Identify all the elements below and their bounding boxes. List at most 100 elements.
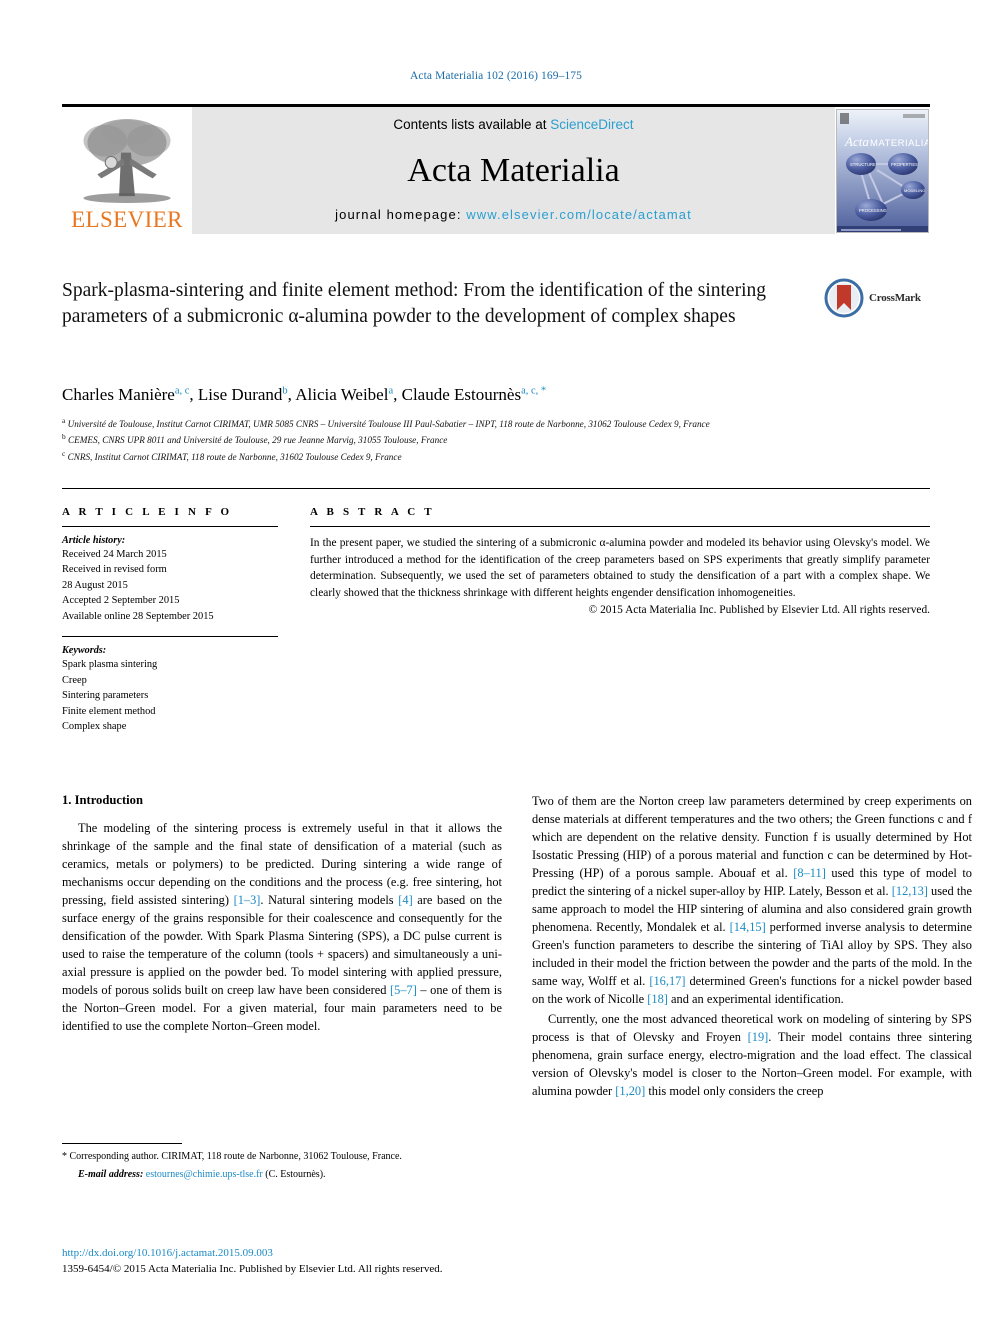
journal-cover-container: Acta MATERIALIA STRUCTURE PROPERTIES MOD… <box>835 107 930 234</box>
crossmark-icon <box>824 278 864 318</box>
history-item: Available online 28 September 2015 <box>62 610 214 622</box>
svg-text:PROCESSING: PROCESSING <box>859 208 887 213</box>
author-list: Charles Manièrea, c, Lise Durandb, Alici… <box>62 384 930 406</box>
page-title: Spark-plasma-sintering and finite elemen… <box>62 280 766 327</box>
info-abstract-block: A R T I C L E I N F O Article history: R… <box>62 488 930 735</box>
sciencedirect-link[interactable]: ScienceDirect <box>550 117 633 132</box>
paragraph-text: and an experimental identification. <box>667 991 844 1006</box>
citation-link[interactable]: [1–3] <box>234 893 261 907</box>
body-column-right: Two of them are the Norton creep law par… <box>532 793 972 1103</box>
section-heading-introduction: 1. Introduction <box>62 793 143 808</box>
citation-link[interactable]: [18] <box>647 992 668 1006</box>
citation-link[interactable]: [8–11] <box>793 866 826 880</box>
svg-text:MATERIALIA: MATERIALIA <box>870 138 929 149</box>
author-affiliation-mark[interactable]: a, c <box>175 385 190 396</box>
running-head: Acta Materialia 102 (2016) 169–175 <box>409 70 583 82</box>
author-separator: , <box>189 385 198 404</box>
paragraph: Two of them are the Norton creep law par… <box>532 793 972 1009</box>
author-name: Charles Manière <box>62 385 175 404</box>
history-item: Received in revised form <box>62 564 167 576</box>
history-item: 28 August 2015 <box>62 579 128 591</box>
svg-text:MODELING: MODELING <box>904 188 925 193</box>
author-separator: , <box>393 385 402 404</box>
abstract-text: In the present paper, we studied the sin… <box>310 537 930 599</box>
affiliation-item: b CEMES, CNRS UPR 8011 and Université de… <box>62 431 930 447</box>
abstract-copyright: © 2015 Acta Materialia Inc. Published by… <box>588 603 930 616</box>
keyword-item: Complex shape <box>62 721 127 733</box>
abstract-column: A B S T R A C T In the present paper, we… <box>310 500 930 735</box>
paragraph-text: . Natural sintering models <box>260 892 399 907</box>
elsevier-tree-icon <box>83 118 171 204</box>
email-address-link[interactable]: estournes@chimie.ups-tlse.fr <box>146 1169 263 1180</box>
divider <box>62 526 278 528</box>
footnote-corresponding-text: Corresponding author. CIRIMAT, 118 route… <box>67 1151 402 1162</box>
footnote-divider <box>62 1143 182 1144</box>
affiliation-label: c <box>62 448 66 458</box>
affiliation-list: a Université de Toulouse, Institut Carno… <box>62 415 930 464</box>
corresponding-author-footnote: * Corresponding author. CIRIMAT, 118 rou… <box>62 1143 502 1182</box>
svg-text:STRUCTURE: STRUCTURE <box>850 162 876 167</box>
paragraph: The modeling of the sintering process is… <box>62 820 502 1036</box>
citation-link[interactable]: [19] <box>748 1030 769 1044</box>
citation-link[interactable]: [16,17] <box>649 974 685 988</box>
paragraph-text: are based on the surface energy of the g… <box>62 892 502 997</box>
contents-prefix: Contents lists available at <box>393 117 547 132</box>
citation-link[interactable]: [5–7] <box>390 983 417 997</box>
doi-link[interactable]: http://dx.doi.org/10.1016/j.actamat.2015… <box>62 1246 582 1262</box>
body-columns: 1. Introduction The modeling of the sint… <box>62 793 972 1103</box>
crossmark-label: CrossMark <box>869 292 921 304</box>
history-item: Received 24 March 2015 <box>62 549 167 561</box>
citation-link[interactable]: [4] <box>398 893 412 907</box>
paragraph: Currently, one the most advanced theoret… <box>532 1011 972 1101</box>
cover-artwork-icon: Acta MATERIALIA STRUCTURE PROPERTIES MOD… <box>837 109 929 232</box>
article-info-heading: A R T I C L E I N F O <box>62 506 233 519</box>
homepage-label: journal homepage: <box>335 207 462 222</box>
divider <box>62 635 278 637</box>
crossmark-badge[interactable]: CrossMark <box>824 276 930 320</box>
affiliation-item: c CNRS, Institut Carnot CIRIMAT, 118 rou… <box>62 448 930 464</box>
journal-masthead: ELSEVIER Contents lists available at Sci… <box>62 104 930 234</box>
author-name: Lise Durand <box>197 385 283 404</box>
affiliation-text: Université de Toulouse, Institut Carnot … <box>67 419 710 430</box>
email-owner: (C. Estournès). <box>265 1169 326 1180</box>
keyword-item: Creep <box>62 674 87 686</box>
svg-text:Acta: Acta <box>844 134 869 149</box>
affiliation-label: a <box>62 416 66 426</box>
doi-block: http://dx.doi.org/10.1016/j.actamat.2015… <box>62 1246 582 1278</box>
elsevier-logo: ELSEVIER <box>62 107 192 234</box>
affiliation-label: b <box>62 432 66 442</box>
author-name: Claude Estournès <box>401 385 522 404</box>
email-address-label: E-mail address: <box>78 1169 144 1180</box>
divider <box>310 526 930 528</box>
affiliation-text: CNRS, Institut Carnot CIRIMAT, 118 route… <box>67 451 402 462</box>
issn-copyright-line: 1359-6454/© 2015 Acta Materialia Inc. Pu… <box>62 1262 443 1275</box>
keywords-label: Keywords: <box>62 644 107 656</box>
article-page: Acta Materialia 102 (2016) 169–175 ELSEV… <box>0 0 992 1323</box>
body-column-left: 1. Introduction The modeling of the sint… <box>62 793 502 1103</box>
citation-link[interactable]: [12,13] <box>892 884 928 898</box>
elsevier-wordmark: ELSEVIER <box>71 207 183 232</box>
footnote-text: * Corresponding author. CIRIMAT, 118 rou… <box>62 1149 502 1164</box>
article-info-column: A R T I C L E I N F O Article history: R… <box>62 500 278 735</box>
keyword-item: Finite element method <box>62 705 156 717</box>
paragraph-text: this model only considers the creep <box>645 1083 824 1098</box>
citation-link[interactable]: [14,15] <box>730 920 766 934</box>
affiliation-item: a Université de Toulouse, Institut Carno… <box>62 415 930 431</box>
affiliation-text: CEMES, CNRS UPR 8011 and Université de T… <box>68 435 448 446</box>
journal-homepage-line: journal homepage: www.elsevier.com/locat… <box>335 207 692 222</box>
title-area: Spark-plasma-sintering and finite elemen… <box>62 278 930 364</box>
contents-available-line: Contents lists available at ScienceDirec… <box>393 117 633 132</box>
journal-title: Acta Materialia <box>407 151 620 189</box>
abstract-heading: A B S T R A C T <box>310 506 435 519</box>
keyword-item: Spark plasma sintering <box>62 658 158 670</box>
keyword-item: Sintering parameters <box>62 690 149 702</box>
journal-cover-thumbnail: Acta MATERIALIA STRUCTURE PROPERTIES MOD… <box>836 108 929 233</box>
author-name: Alicia Weibel <box>295 385 389 404</box>
author-affiliation-mark[interactable]: a, c, * <box>521 385 546 396</box>
homepage-url-link[interactable]: www.elsevier.com/locate/actamat <box>466 207 692 222</box>
article-history-label: Article history: <box>62 535 126 547</box>
citation-link[interactable]: [1,20] <box>615 1084 645 1098</box>
footnote-email-line: E-mail address: estournes@chimie.ups-tls… <box>62 1167 502 1182</box>
history-item: Accepted 2 September 2015 <box>62 595 180 607</box>
sciencedirect-banner: Contents lists available at ScienceDirec… <box>192 107 835 234</box>
